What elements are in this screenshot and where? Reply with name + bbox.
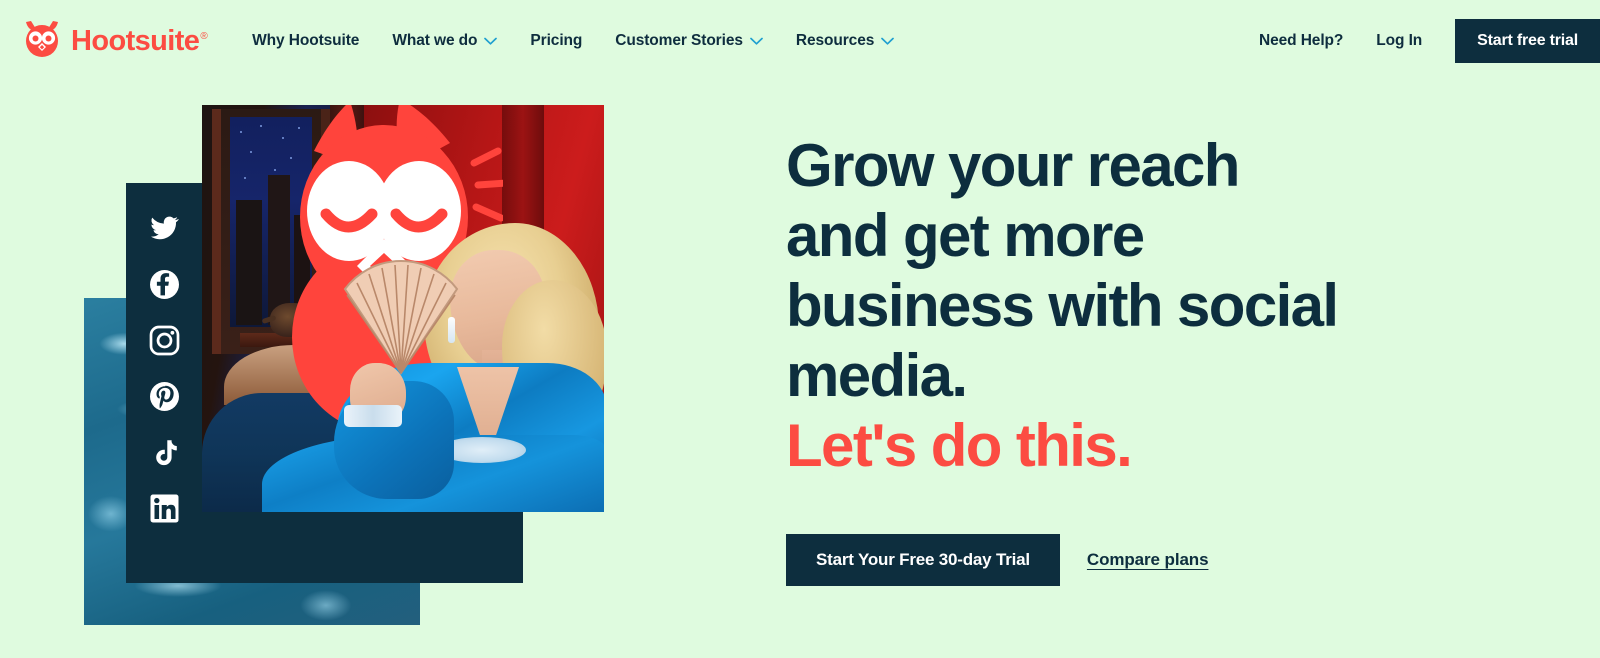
social-icons-rail <box>126 183 202 583</box>
hootsuite-homepage-hero: Hootsuite® Why Hootsuite What we do Pric… <box>0 0 1600 658</box>
headline-accent: Let's do this. <box>786 412 1133 479</box>
linkedin-icon[interactable] <box>149 493 180 524</box>
need-help-link[interactable]: Need Help? <box>1259 32 1343 50</box>
tiktok-icon[interactable] <box>149 437 180 468</box>
folding-fan-icon <box>337 255 465 377</box>
pinterest-icon[interactable] <box>149 381 180 412</box>
hero-content: Grow your reach and get more business wi… <box>786 131 1486 586</box>
instagram-icon[interactable] <box>149 325 180 356</box>
page-title: Grow your reach and get more business wi… <box>786 131 1486 481</box>
chevron-down-icon <box>750 37 763 45</box>
headline-line-2: and get more <box>786 202 1145 269</box>
cta-row: Start Your Free 30-day Trial Compare pla… <box>786 534 1486 586</box>
start-free-trial-cta-button[interactable]: Start Your Free 30-day Trial <box>786 534 1060 586</box>
twitter-icon[interactable] <box>149 213 180 244</box>
chevron-down-icon <box>881 37 895 45</box>
model-bracelet <box>344 405 402 427</box>
nav-item-resources[interactable]: Resources <box>795 32 895 50</box>
hero-collage <box>0 0 700 658</box>
nav-label: Resources <box>795 32 875 49</box>
log-in-link[interactable]: Log In <box>1376 32 1422 50</box>
building-shape <box>236 200 262 325</box>
compare-plans-link[interactable]: Compare plans <box>1087 550 1209 570</box>
facebook-icon[interactable] <box>149 269 180 300</box>
header-actions: Need Help? Log In Start free trial <box>1259 0 1600 82</box>
start-free-trial-button[interactable]: Start free trial <box>1455 19 1600 63</box>
headline-line-1: Grow your reach <box>786 132 1240 199</box>
headline-line-4: media. <box>786 342 968 409</box>
hero-photo <box>202 105 604 512</box>
headline-line-3: business with social <box>786 272 1339 339</box>
